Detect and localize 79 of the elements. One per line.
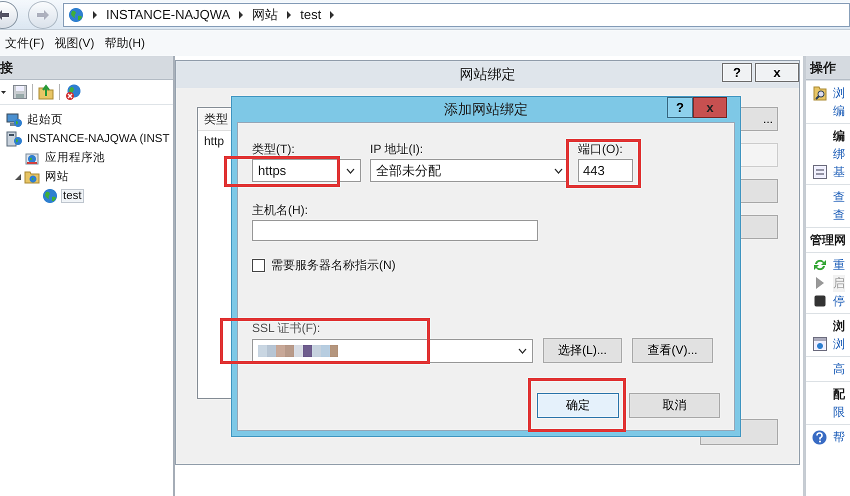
action-link[interactable]: 基 xyxy=(833,164,845,180)
play-icon xyxy=(814,277,824,289)
group-heading: 浏 xyxy=(833,318,845,334)
action-link[interactable]: 限 xyxy=(833,404,845,420)
caret-down-icon xyxy=(1,90,6,94)
port-field[interactable]: 443 xyxy=(578,159,633,182)
breadcrumb-item[interactable]: INSTANCE-NAJQWA xyxy=(106,7,230,22)
group-heading: 编 xyxy=(833,128,845,144)
action-link[interactable]: 查 xyxy=(833,188,845,206)
menu-item[interactable]: 视图(V) xyxy=(49,34,100,52)
type-dropdown[interactable]: https xyxy=(252,159,361,182)
address-bar[interactable]: INSTANCE-NAJQWA 网站 test xyxy=(63,2,850,26)
action-link[interactable]: 帮 xyxy=(833,428,845,446)
help-icon xyxy=(812,430,827,444)
field-label: IP 地址(I): xyxy=(370,141,424,157)
action-link[interactable]: 浏 xyxy=(833,84,845,102)
action-link[interactable]: 绑 xyxy=(833,146,845,162)
breadcrumb-item[interactable]: test xyxy=(300,7,322,22)
action-link[interactable]: 高 xyxy=(833,360,845,378)
pane-title: 操作 xyxy=(810,58,836,76)
tree-item[interactable]: 网站 xyxy=(43,168,71,185)
help-button[interactable]: ? xyxy=(667,97,693,118)
section-title: 管理网 xyxy=(809,232,846,248)
ip-address-dropdown[interactable]: 全部未分配 xyxy=(370,159,569,182)
expanded-arrow-icon[interactable] xyxy=(14,174,20,180)
chevron-down-icon xyxy=(518,348,527,354)
chevron-right-icon xyxy=(92,10,98,18)
checkbox[interactable] xyxy=(252,259,265,272)
folder-search-icon xyxy=(812,85,826,101)
stop-icon xyxy=(814,295,826,307)
save-icon xyxy=(13,85,27,99)
hostname-field[interactable] xyxy=(252,220,538,241)
browser-icon xyxy=(812,337,826,351)
computer-icon xyxy=(6,112,22,128)
chevron-down-icon xyxy=(554,168,563,174)
field-label: 类型(T): xyxy=(252,141,296,157)
server-icon xyxy=(6,130,22,146)
ok-button[interactable]: 确定 xyxy=(537,393,619,418)
checkbox-label: 需要服务器名称指示(N) xyxy=(271,257,396,274)
pane-title: 接 xyxy=(0,58,13,76)
select-button[interactable]: 选择(L)... xyxy=(543,338,622,363)
close-button[interactable]: x xyxy=(693,97,727,118)
certificate-dropdown[interactable] xyxy=(252,338,533,362)
tree-item[interactable]: 起始页 xyxy=(25,111,65,128)
tree-item[interactable]: 应用程序池 xyxy=(43,149,107,166)
cancel-button[interactable]: 取消 xyxy=(629,393,720,418)
form-icon xyxy=(812,165,826,179)
field-label: SSL 证书(F): xyxy=(252,320,322,336)
chevron-right-icon xyxy=(286,10,292,18)
action-link[interactable]: 浏 xyxy=(833,336,845,352)
table-cell: http xyxy=(204,134,224,148)
field-label: 端口(O): xyxy=(578,141,624,157)
menu-item[interactable]: 文件(F) xyxy=(0,34,50,52)
globe-icon xyxy=(42,188,58,204)
action-link[interactable]: 停 xyxy=(833,292,845,310)
help-button[interactable]: ? xyxy=(722,63,752,82)
chevron-down-icon xyxy=(346,168,355,174)
field-label: 主机名(H): xyxy=(252,202,309,218)
globe-icon xyxy=(68,6,84,22)
group-heading: 配 xyxy=(833,386,845,402)
arrow-left-icon xyxy=(0,10,9,20)
refresh-icon xyxy=(812,258,826,272)
chevron-right-icon xyxy=(329,10,336,18)
chevron-right-icon xyxy=(238,10,244,18)
arrow-right-icon xyxy=(37,10,49,20)
menu-item[interactable]: 帮助(H) xyxy=(99,34,150,52)
window-title: 网站绑定 xyxy=(460,66,516,84)
folder-up-icon xyxy=(38,84,54,100)
action-link[interactable]: 重 xyxy=(833,256,845,274)
breadcrumb-item[interactable]: 网站 xyxy=(252,6,278,24)
globe-disconnect-icon xyxy=(65,84,82,100)
view-button[interactable]: 查看(V)... xyxy=(632,338,713,363)
action-link[interactable]: 查 xyxy=(833,206,845,224)
close-button[interactable]: x xyxy=(755,63,799,82)
tree-item[interactable]: test xyxy=(61,188,84,202)
tree-item[interactable]: INSTANCE-NAJQWA (INST xyxy=(25,132,172,146)
folder-globe-icon xyxy=(24,168,40,184)
window-title: 添加网站绑定 xyxy=(444,100,528,118)
action-link[interactable]: 编 xyxy=(833,102,845,120)
